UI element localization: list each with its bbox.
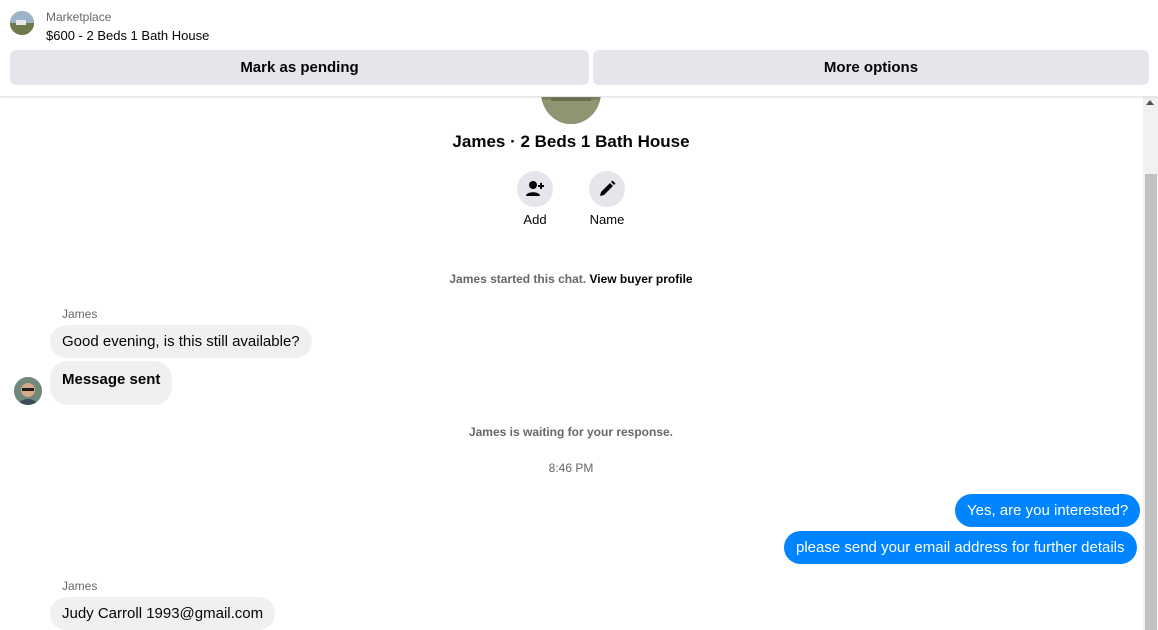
sender-name: James [62,579,98,593]
header-subtitle: Marketplace [46,10,112,24]
conversation-title: James · 2 Beds 1 Bath House [452,132,690,151]
name-action[interactable]: Name [577,171,637,227]
waiting-notice: James is waiting for your response. [468,425,674,439]
incoming-message-sent-card[interactable]: Message sent [50,361,173,405]
pencil-icon[interactable] [589,171,625,207]
chat-started-notice: James started this chat. View buyer prof… [0,272,1142,286]
incoming-message[interactable]: Good evening, is this still available? [50,325,312,358]
chat-header: Marketplace $600 - 2 Beds 1 Bath House M… [0,0,1158,97]
timestamp: 8:46 PM [548,461,594,475]
add-label: Add [523,212,547,227]
buyer-avatar[interactable] [14,377,42,405]
incoming-message[interactable]: Judy Carroll 1993@gmail.com [50,597,276,630]
scroll-up-arrow-icon[interactable] [1146,100,1154,105]
name-label: Name [589,212,625,227]
view-buyer-profile-link[interactable]: View buyer profile [589,272,692,286]
scrollbar-thumb[interactable] [1145,174,1157,630]
chat-started-text: James started this chat. [449,272,587,286]
header-title[interactable]: $600 - 2 Beds 1 Bath House [46,28,209,43]
outgoing-message[interactable]: please send your email address for furth… [784,531,1137,564]
sender-name: James [62,307,98,321]
more-options-button[interactable]: More options [593,50,1149,85]
add-person-icon[interactable] [517,171,553,207]
add-action[interactable]: Add [505,171,565,227]
mark-as-pending-button[interactable]: Mark as pending [10,50,589,85]
outgoing-message[interactable]: Yes, are you interested? [955,494,1141,527]
listing-thumbnail[interactable] [10,11,34,35]
